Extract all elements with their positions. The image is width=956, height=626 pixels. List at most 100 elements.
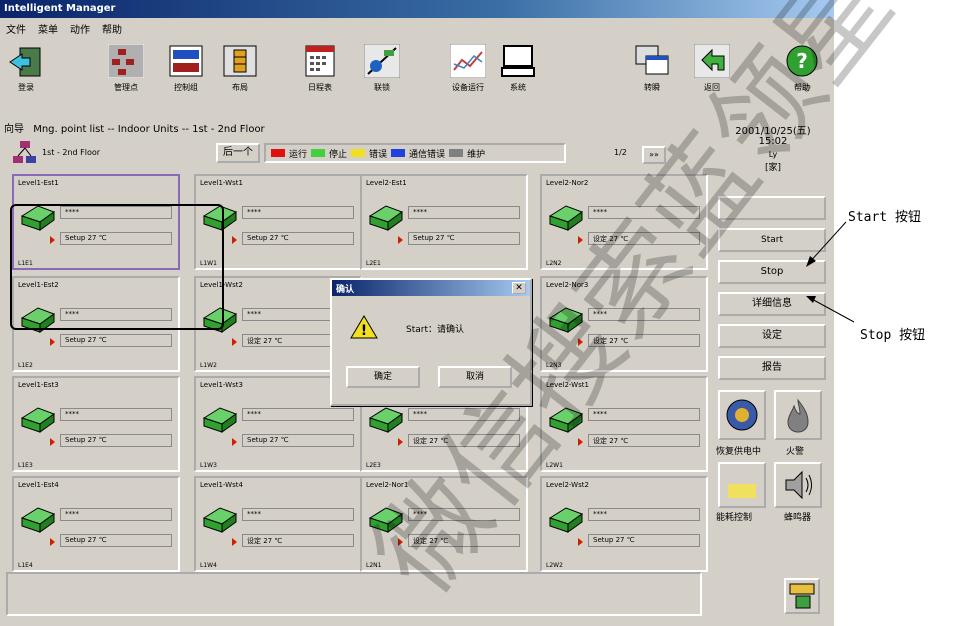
dialog-ok-button[interactable]: 确定 [346, 366, 420, 388]
unit-setpoint: Setup 27 ℃ [408, 232, 520, 245]
unit-status-field: **** [242, 206, 354, 219]
indoor-unit-card[interactable]: Level2-Nor3 **** 设定 27 ℃ L2N3 [540, 276, 708, 372]
unit-code: L2E1 [366, 260, 381, 267]
unit-code: L1E2 [18, 362, 33, 369]
dialog-title: 确认 [336, 285, 355, 295]
toolbar-help-button[interactable]: ? 帮助 [784, 44, 820, 93]
indoor-unit-card[interactable]: Level2-Wst1 **** 设定 27 ℃ L2W1 [540, 376, 708, 472]
toolbar-interlock-button[interactable]: 联锁 [364, 44, 400, 93]
setpoint-arrow-icon [232, 338, 237, 346]
unit-name: Level1-Wst4 [200, 481, 243, 489]
setpoint-arrow-icon [398, 236, 403, 244]
unit-name: Level2-Nor3 [546, 281, 589, 289]
dialog-close-button[interactable]: ✕ [512, 282, 526, 294]
aircon-unit-icon [202, 507, 238, 533]
aircon-unit-icon [368, 205, 404, 231]
legend-swatch-maintenance [449, 149, 464, 157]
buzzer-button[interactable] [774, 462, 822, 508]
dialog-message: Start：请确认 [406, 325, 464, 335]
speaker-icon [785, 470, 812, 500]
info-panel-icon [789, 583, 815, 609]
unit-setpoint: Setup 27 ℃ [242, 434, 354, 447]
window-title: Intelligent Manager [0, 0, 834, 18]
unit-status-field: **** [588, 408, 700, 421]
setpoint-arrow-icon [578, 236, 583, 244]
unit-status-field: **** [242, 408, 354, 421]
report-button[interactable]: 报告 [718, 356, 826, 380]
unit-setpoint: Setup 27 ℃ [242, 232, 354, 245]
computer-icon [501, 45, 535, 77]
floor-bar: 1st - 2nd Floor 后一个 运行 停止 错误 通信错误 维护 1/2… [10, 140, 710, 168]
unit-status-field: **** [588, 508, 700, 521]
fire-alarm-button[interactable] [774, 390, 822, 440]
toolbar-label: 系统 [510, 83, 526, 92]
indoor-unit-card[interactable]: Level2-Est1 **** Setup 27 ℃ L2E1 [360, 174, 528, 270]
interlock-icon [364, 44, 400, 78]
indoor-unit-card[interactable]: Level1-Est4 **** Setup 27 ℃ L1E4 [12, 476, 180, 572]
unit-setpoint: 设定 27 ℃ [242, 534, 354, 547]
indoor-unit-card[interactable]: Level1-Wst4 **** 设定 27 ℃ L1W4 [194, 476, 362, 572]
unit-status-field: **** [588, 308, 700, 321]
aircon-unit-icon [548, 307, 584, 333]
annotation-arrows [806, 221, 855, 323]
setpoint-arrow-icon [578, 438, 583, 446]
toolbar-back-button[interactable]: 返回 [694, 44, 730, 93]
toolbar-switch-button[interactable]: 转瞬 [634, 44, 670, 93]
user-label: Ly [768, 150, 778, 159]
toolbar-mgmt-point-button[interactable]: 管理点 [108, 44, 144, 93]
fire-icon [787, 398, 809, 433]
toolbar-system-button[interactable]: 系统 [500, 44, 536, 93]
unit-setpoint: 设定 27 ℃ [588, 434, 700, 447]
toolbar-schedule-button[interactable]: 日程表 [302, 44, 338, 93]
menu-menu[interactable]: 菜单 [38, 21, 58, 36]
toolbar-control-group-button[interactable]: 控制组 [168, 44, 204, 93]
fire-alarm-label: 火警 [786, 447, 805, 457]
next-page-button[interactable]: »» [642, 146, 666, 164]
toolbar-equipment-run-button[interactable]: 设备运行 [450, 44, 486, 93]
svg-text:?: ? [796, 49, 808, 73]
prev-floor-button[interactable]: 后一个 [216, 143, 260, 163]
aircon-unit-icon [548, 507, 584, 533]
unit-name: Level1-Est4 [18, 481, 59, 489]
toolbar-label: 管理点 [114, 83, 138, 92]
toolbar-login-button[interactable]: 登录 [8, 44, 44, 93]
unit-code: L1E3 [18, 462, 33, 469]
svg-text:!: ! [361, 323, 367, 339]
energy-control-icon [728, 484, 756, 498]
buzzer-label: 蜂鸣器 [784, 513, 812, 523]
toolbar-label: 设备运行 [452, 83, 484, 92]
aircon-unit-icon [20, 507, 56, 533]
toolbar-layout-button[interactable]: 布局 [222, 44, 258, 93]
dialog-cancel-button[interactable]: 取消 [438, 366, 512, 388]
menu-action[interactable]: 动作 [70, 21, 90, 36]
unit-status-field: **** [242, 508, 354, 521]
legend-comm-error: 通信错误 [409, 149, 446, 160]
power-restore-label: 恢复供电中 [716, 447, 762, 457]
indoor-unit-card[interactable]: Level1-Est3 **** Setup 27 ℃ L1E3 [12, 376, 180, 472]
energy-control-button[interactable] [718, 462, 766, 508]
menu-file[interactable]: 文件 [6, 21, 26, 36]
indoor-unit-card[interactable]: Level2-Nor2 **** 设定 27 ℃ L2N2 [540, 174, 708, 270]
unit-setpoint: Setup 27 ℃ [60, 534, 172, 547]
power-restore-button[interactable] [718, 390, 766, 440]
switch-window-icon [635, 45, 669, 75]
unit-code: L1E4 [18, 562, 33, 569]
menu-help[interactable]: 帮助 [102, 21, 122, 36]
indoor-unit-card[interactable]: Level2-Wst2 **** Setup 27 ℃ L2W2 [540, 476, 708, 572]
unit-code: L2W2 [546, 562, 563, 569]
unit-setpoint: Setup 27 ℃ [60, 334, 172, 347]
unit-status-field: **** [408, 508, 520, 521]
warning-icon: ! [350, 315, 378, 339]
toolbar-label: 控制组 [174, 83, 198, 92]
indoor-unit-card[interactable]: Level2-Nor1 **** 设定 27 ℃ L2N1 [360, 476, 528, 572]
unit-code: L1W3 [200, 462, 217, 469]
info-panel-button[interactable] [784, 578, 820, 614]
status-message-box [6, 572, 702, 616]
toolbar-label: 帮助 [794, 83, 810, 92]
aircon-unit-icon [20, 407, 56, 433]
unit-code: L2N1 [366, 562, 382, 569]
date-display: 2001/10/25(五) [735, 126, 811, 137]
toolbar-label: 联锁 [374, 83, 390, 92]
setpoint-arrow-icon [50, 438, 55, 446]
unit-code: L1W2 [200, 362, 217, 369]
